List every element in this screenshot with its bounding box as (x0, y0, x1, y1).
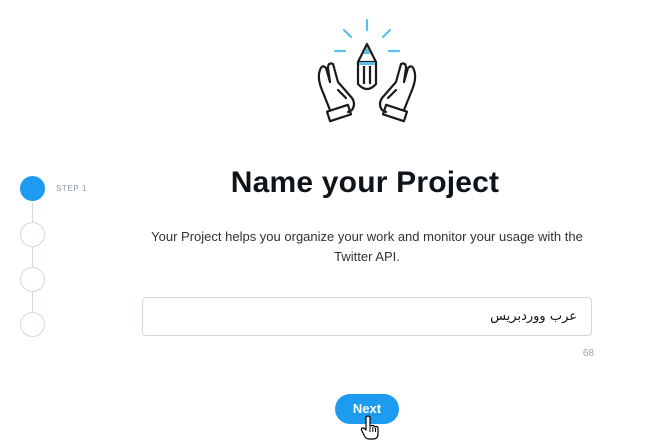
create-project-page: STEP 1 Name your Project Your Project he… (0, 0, 658, 443)
step-1-indicator (20, 176, 45, 201)
character-counter: 68 (582, 348, 594, 359)
page-description: Your Project helps you organize your wor… (151, 229, 583, 264)
progress-stepper (20, 176, 46, 338)
step-label: STEP 1 (56, 184, 88, 193)
page-title: Name your Project (230, 166, 500, 199)
step-2-indicator (20, 222, 45, 247)
step-3-indicator (20, 267, 45, 292)
hand-pointer-icon (360, 415, 379, 440)
step-4-indicator (20, 312, 45, 337)
hands-holding-pencil-icon (317, 18, 417, 123)
project-name-input[interactable] (142, 297, 592, 336)
stepper-line (32, 202, 33, 312)
